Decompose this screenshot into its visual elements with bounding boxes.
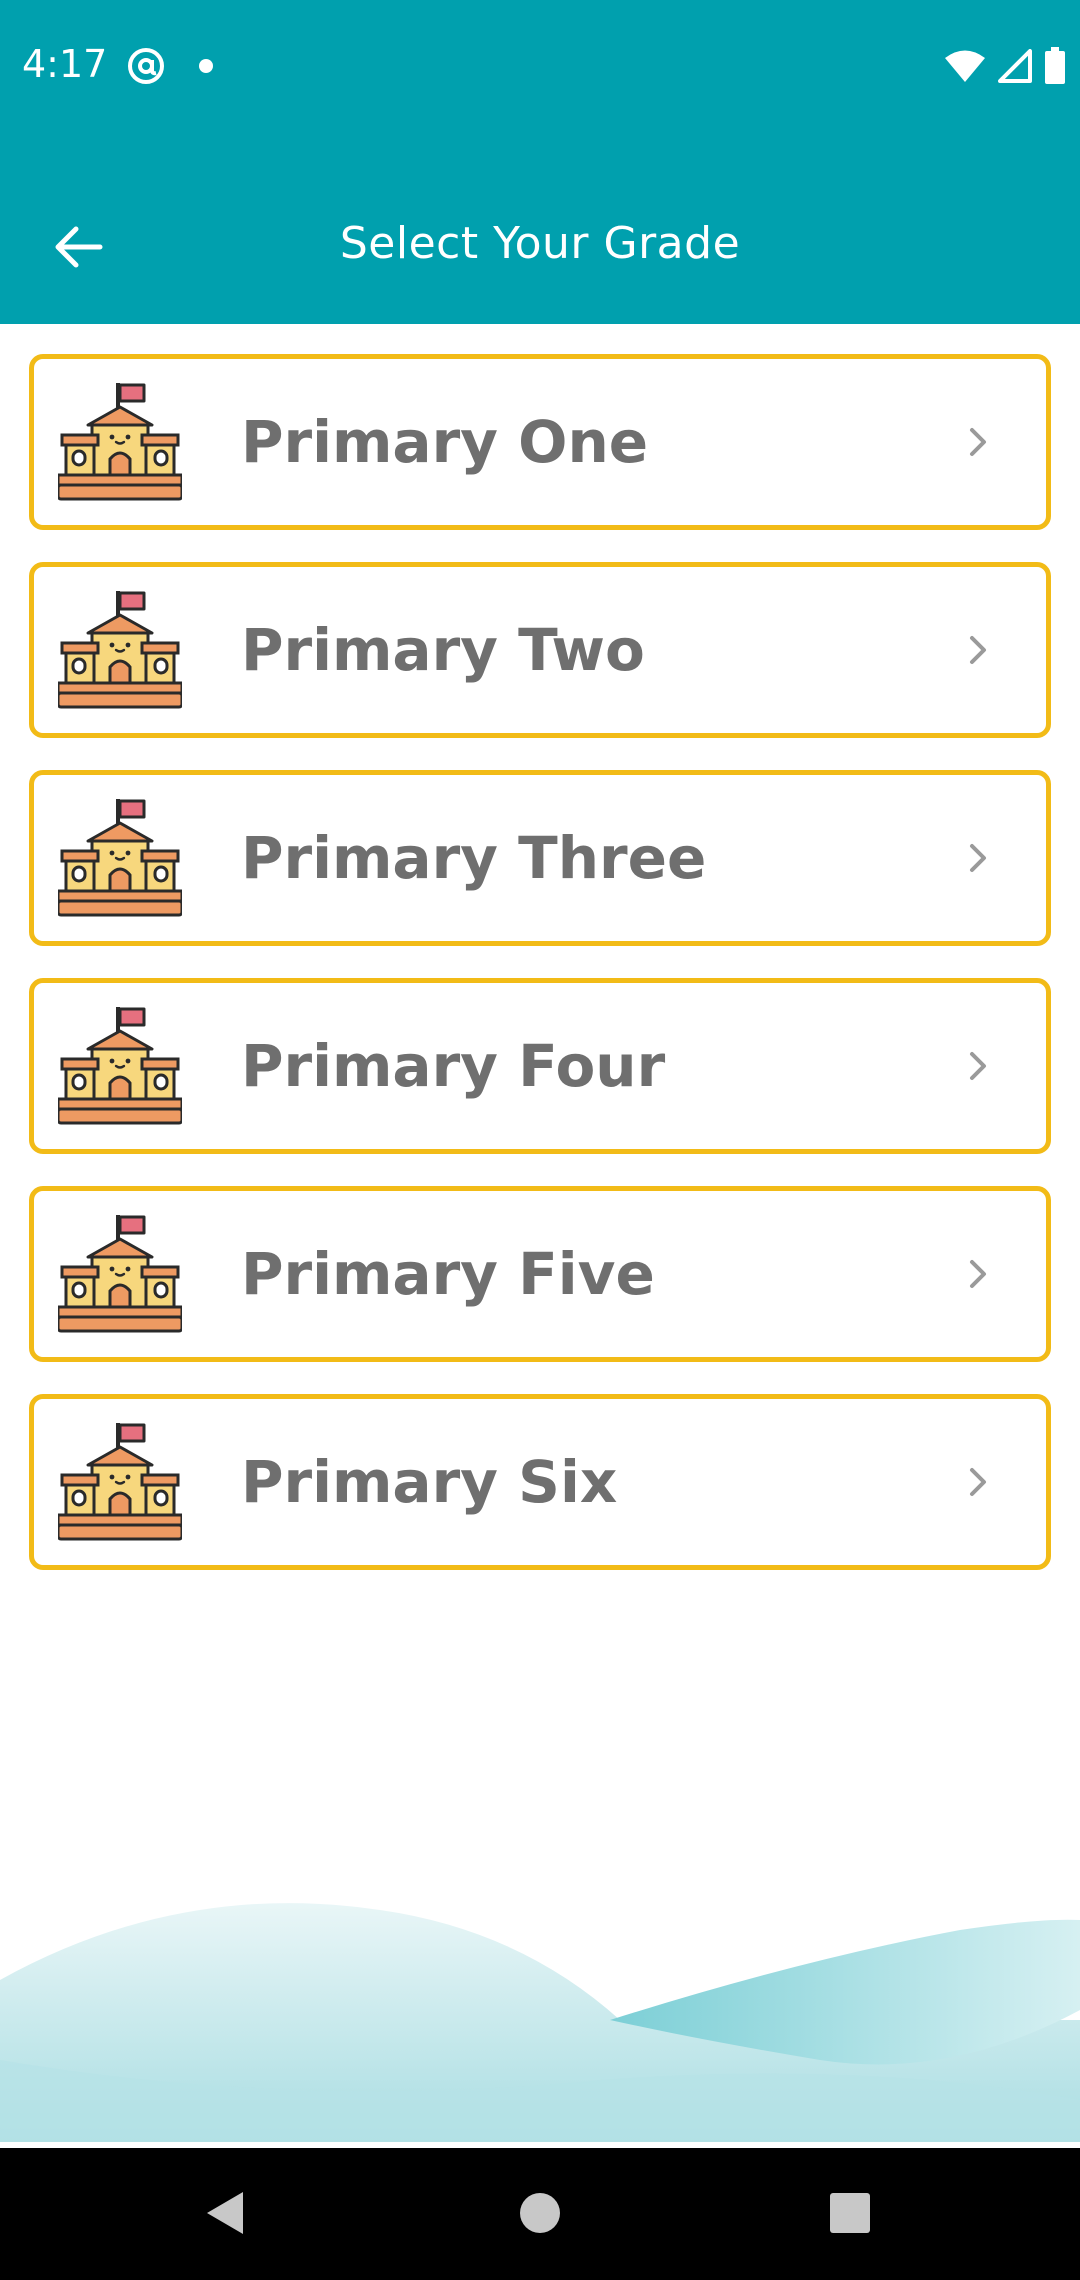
grade-label: Primary One [241, 408, 649, 476]
grade-list: Primary One Primary Two Primary Three Pr… [29, 354, 1051, 1602]
status-time: 4:17 [22, 42, 108, 86]
chevron-right-icon [970, 1468, 986, 1496]
grade-label: Primary Three [241, 824, 707, 892]
grade-label: Primary Five [241, 1240, 655, 1308]
notification-dot [199, 59, 213, 73]
grade-card[interactable]: Primary Four [29, 978, 1051, 1154]
school-building-icon [58, 591, 182, 709]
at-sign-notification-icon [128, 48, 164, 84]
nav-recents-button[interactable] [815, 2178, 885, 2248]
grade-label: Primary Four [241, 1032, 666, 1100]
grade-card[interactable]: Primary Five [29, 1186, 1051, 1362]
chevron-right-icon [970, 844, 986, 872]
chevron-right-icon [970, 636, 986, 664]
grade-card[interactable]: Primary Three [29, 770, 1051, 946]
app-header: 4:17 Select Your Grade [0, 0, 1080, 324]
school-building-icon [58, 1423, 182, 1541]
cellular-signal-icon [998, 49, 1032, 83]
chevron-right-icon [970, 428, 986, 456]
home-circle-icon [520, 2193, 560, 2233]
grade-label: Primary Two [241, 616, 645, 684]
wifi-icon [945, 50, 985, 82]
battery-icon [1045, 47, 1065, 84]
screen: 4:17 Select Your Grade Primary One Prima… [0, 0, 1080, 2280]
back-triangle-icon [207, 2192, 243, 2234]
grade-card[interactable]: Primary Six [29, 1394, 1051, 1570]
school-building-icon [58, 799, 182, 917]
chevron-right-icon [970, 1260, 986, 1288]
recents-square-icon [830, 2193, 870, 2233]
wave-decoration [0, 1903, 1080, 2142]
grade-card[interactable]: Primary Two [29, 562, 1051, 738]
page-title: Select Your Grade [339, 218, 741, 269]
system-navigation-bar [0, 2148, 1080, 2280]
grade-card[interactable]: Primary One [29, 354, 1051, 530]
nav-back-button[interactable] [190, 2178, 260, 2248]
school-building-icon [58, 1007, 182, 1125]
school-building-icon [58, 383, 182, 501]
status-icons [944, 44, 1066, 88]
school-building-icon [58, 1215, 182, 1333]
nav-home-button[interactable] [505, 2178, 575, 2248]
grade-label: Primary Six [241, 1448, 618, 1516]
chevron-right-icon [970, 1052, 986, 1080]
